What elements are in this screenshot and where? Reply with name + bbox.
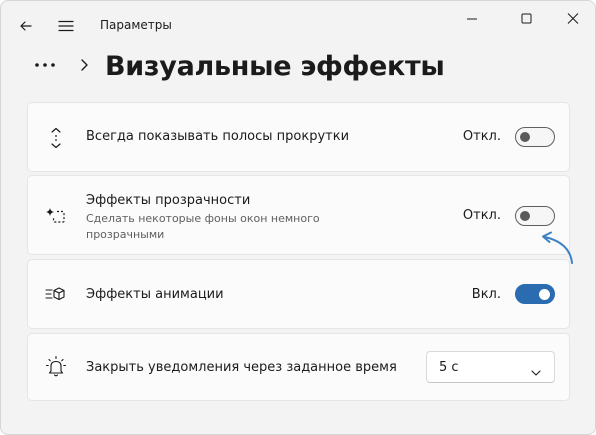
toggle-state-label: Вкл. xyxy=(471,287,501,302)
toggle-state-label: Откл. xyxy=(462,208,501,223)
window-title: Параметры xyxy=(100,18,172,32)
dismiss-time-dropdown[interactable]: 5 с xyxy=(426,351,555,383)
close-button[interactable] xyxy=(549,7,595,31)
back-button[interactable] xyxy=(13,13,39,39)
breadcrumb: Визуальные эффекты xyxy=(1,45,595,95)
breadcrumb-chevron-right-icon xyxy=(78,57,90,73)
annotation-arrow-icon xyxy=(537,227,577,267)
setting-title: Закрыть уведомления через заданное время xyxy=(86,360,397,375)
transparency-toggle[interactable] xyxy=(515,206,555,226)
setting-card-animation: Эффекты анимации Вкл. xyxy=(27,259,570,329)
page-title: Визуальные эффекты xyxy=(105,51,445,82)
back-arrow-icon xyxy=(20,21,32,31)
setting-card-notifications: Закрыть уведомления через заданное время… xyxy=(27,333,570,401)
minimize-icon xyxy=(467,18,477,20)
setting-title: Эффекты прозрачности xyxy=(86,193,251,208)
close-icon xyxy=(567,13,579,24)
title-bar: Параметры xyxy=(1,1,595,49)
animation-icon xyxy=(44,282,68,306)
breadcrumb-overflow-button[interactable] xyxy=(31,57,61,73)
toggle-knob xyxy=(520,211,530,221)
animation-toggle[interactable] xyxy=(515,284,555,304)
setting-title: Всегда показывать полосы прокрутки xyxy=(86,129,350,144)
scroll-arrows-icon xyxy=(44,126,68,150)
toggle-state-label: Откл. xyxy=(462,129,501,144)
maximize-button[interactable] xyxy=(503,7,549,31)
toggle-knob xyxy=(520,132,530,142)
scrollbars-toggle[interactable] xyxy=(515,127,555,147)
dropdown-selected-value: 5 с xyxy=(439,360,459,375)
transparency-sparkle-icon xyxy=(44,204,68,228)
setting-card-transparency: Эффекты прозрачности Сделать некоторые ф… xyxy=(27,175,570,255)
toggle-knob xyxy=(539,288,550,300)
hamburger-menu-icon xyxy=(58,20,74,32)
bell-icon xyxy=(44,355,68,379)
setting-title: Эффекты анимации xyxy=(86,287,224,302)
maximize-icon xyxy=(521,13,532,24)
setting-description: Сделать некоторые фоны окон немного проз… xyxy=(86,212,320,241)
navigation-menu-button[interactable] xyxy=(53,13,79,39)
setting-card-scrollbars: Всегда показывать полосы прокрутки Откл. xyxy=(27,102,570,172)
settings-window: Параметры Визуальные эффекты Всегда пока… xyxy=(0,0,596,435)
minimize-button[interactable] xyxy=(449,7,495,31)
chevron-down-icon xyxy=(530,363,542,376)
more-dots-icon xyxy=(35,63,55,67)
